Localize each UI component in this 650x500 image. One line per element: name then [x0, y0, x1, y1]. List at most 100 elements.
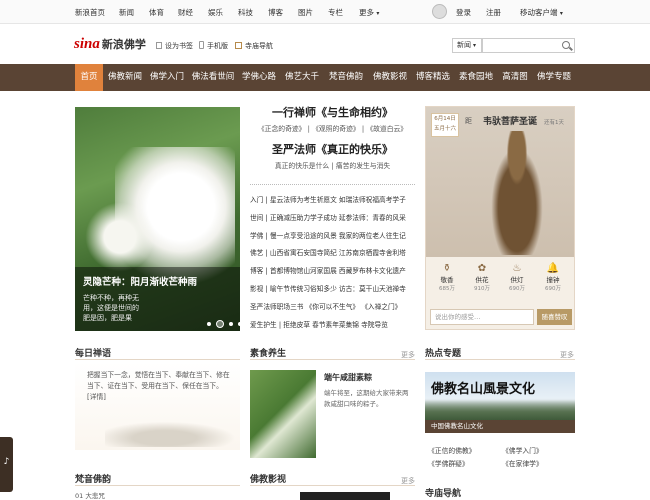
site-logo[interactable]: sina 新浪佛学 [74, 36, 146, 53]
veg-image[interactable] [250, 370, 316, 458]
divider [75, 359, 240, 360]
nav-item-topic[interactable]: 佛学专题 [534, 64, 574, 91]
headline-sub-link[interactable]: 《故道白云》 [366, 125, 407, 133]
topbar-link-tech[interactable]: 科技 [238, 7, 253, 18]
wish-input[interactable]: 说出你的感受… [430, 309, 534, 325]
headline-1[interactable]: 一行禅师《与生命相约》 [250, 104, 415, 120]
main-nav: 首页 佛教新闻 佛学入门 佛法看世间 学佛心路 佛艺大千 梵音佛韵 佛教影视 博… [0, 64, 650, 91]
nav-item-news[interactable]: 佛教新闻 [105, 64, 145, 91]
temple-nav-link[interactable]: 寺庙导航 [235, 41, 273, 51]
headline-sub-link[interactable]: 《观照的奇迹》 [312, 125, 360, 133]
ring-bell-button[interactable]: 🔔 撞钟 690万 [536, 263, 570, 292]
nav-item-art[interactable]: 佛艺大千 [282, 64, 322, 91]
flower-icon: ✿ [477, 263, 487, 274]
daily-zen-text[interactable]: 把握当下一念，觉悟在当下、奉献在当下、修在当下、证在当下、受用在当下、保任在当下… [87, 370, 232, 403]
mountain-image [425, 400, 575, 420]
sina-logo-mark: sina [74, 36, 100, 52]
wish-submit-button[interactable]: 随喜赞叹 [537, 309, 572, 325]
deity-title[interactable]: 韦驮菩萨圣诞 [483, 114, 537, 127]
divider [250, 184, 415, 185]
bookmark-icon [156, 42, 162, 49]
topbar-link-ent[interactable]: 娱乐 [208, 7, 223, 18]
nav-item-path[interactable]: 学佛心路 [240, 64, 278, 91]
news-item[interactable]: 爱生护生 | 拒绝皮草 春节素年菜集锦 寺院导览 [250, 319, 420, 337]
slide-dot[interactable] [207, 322, 211, 326]
news-item[interactable]: 入门 | 星云法师为考生祈愿文 如瑞法师祝福高考学子 [250, 194, 420, 212]
mobile-client-link[interactable]: 移动客户端 ▾ [520, 7, 563, 18]
date-solar: 6月14日 [434, 116, 456, 122]
nav-item-home[interactable]: 首页 [75, 64, 103, 91]
chevron-down-icon: ▾ [376, 10, 380, 17]
nav-item-hd[interactable]: 高清图 [499, 64, 531, 91]
slide-dots [207, 320, 240, 328]
slide-title[interactable]: 灵隐芒种：阳月渐收芒种雨 [83, 274, 238, 288]
news-item[interactable]: 影视 | 喻午节传统习俗知多少 访古：莫干山天池禅寺 [250, 283, 420, 301]
top-bar: 新浪首页 新闻 体育 财经 娱乐 科技 博客 图片 专栏 更多 ▾ 登录 注册 … [0, 0, 650, 24]
veg-desc: 端午将至，这期给大家带来两款咸甜口味的粽子。 [324, 389, 409, 408]
topbar-link-home[interactable]: 新浪首页 [75, 7, 105, 18]
daily-zen-title: 每日禅语 [75, 349, 112, 359]
nav-item-blog[interactable]: 博客精选 [413, 64, 453, 91]
nav-item-world[interactable]: 佛法看世间 [190, 64, 236, 91]
avatar[interactable] [432, 4, 447, 19]
news-item[interactable]: 世间 | 正确减压助力学子成功 延参法师：青春的风采 [250, 212, 420, 230]
news-item[interactable]: 圣严法师职场三书 《你可以不生气》 《入禅之门》 [250, 301, 420, 319]
news-item[interactable]: 学佛 | 慢一点享受沿途的风景 我家的两位老人往生记 [250, 230, 420, 248]
headline-sub-link[interactable]: 《正念的奇迹》 [258, 125, 306, 133]
bell-icon: 🔔 [546, 263, 560, 274]
topbar-link-finance[interactable]: 财经 [178, 7, 193, 18]
topic-link[interactable]: 《学佛群疑》 [428, 458, 469, 468]
slideshow[interactable]: 灵隐芒种：阳月渐收芒种雨 芒种不种，再种无用，这便是世间的肥是因，肥是果 [75, 107, 240, 331]
header: sina 新浪佛学 设为书签 手机版 寺庙导航 新闻 ▾ [0, 24, 650, 64]
countdown-note: 还有1天 [544, 120, 564, 126]
veg-dish-title[interactable]: 端午咸甜素粽 [324, 372, 372, 383]
topbar-link-photo[interactable]: 图片 [298, 7, 313, 18]
topic-link[interactable]: 《佛学入门》 [502, 445, 543, 455]
chevron-down-icon: ▾ [559, 10, 563, 17]
topbar-link-blog[interactable]: 博客 [268, 7, 283, 18]
date-badge: 6月14日 五月十六 [431, 113, 459, 137]
topbar-link-more[interactable]: 更多 ▾ [359, 7, 379, 18]
film-title: 佛教影视 [250, 475, 287, 485]
headline-2[interactable]: 圣严法师《真正的快乐》 [250, 141, 415, 157]
statue-image [484, 131, 550, 255]
topic-link[interactable]: 《正信的佛教》 [428, 445, 476, 455]
nav-item-intro[interactable]: 佛学入门 [148, 64, 186, 91]
list-number: 01 [75, 492, 84, 500]
news-item[interactable]: 博客 | 首都博物馆山河家国展 西藏罗布林卡文化遗产 [250, 265, 420, 283]
login-link[interactable]: 登录 [456, 7, 471, 18]
slide-dot[interactable] [238, 322, 240, 326]
news-item[interactable]: 佛艺 | 山西省寓石安国寺简纪 江苏南京栖霞寺舍利塔 [250, 247, 420, 265]
register-link[interactable]: 注册 [486, 7, 501, 18]
music-note-icon: ♪ [3, 457, 10, 467]
nav-item-film[interactable]: 佛教影视 [370, 64, 410, 91]
slide-dot-active[interactable] [216, 320, 224, 328]
film-thumb[interactable] [300, 492, 390, 500]
music-row[interactable]: 01 大悲咒 [75, 490, 240, 500]
mobile-version-link[interactable]: 手机版 [199, 41, 228, 51]
topic-title: 热点专题 [425, 349, 462, 359]
topbar-link-column[interactable]: 专栏 [328, 7, 343, 18]
topic-banner[interactable]: 佛教名山風景文化 [425, 372, 575, 420]
topbar-link-sports[interactable]: 体育 [149, 7, 164, 18]
headline-2-sub[interactable]: 真正的快乐是什么 | 痛苦的发生与消失 [250, 160, 415, 170]
bookmark-link[interactable]: 设为书签 [156, 41, 193, 51]
separator: | [307, 125, 310, 133]
topbar-link-news[interactable]: 新闻 [119, 7, 134, 18]
topic-link[interactable]: 《在家律学》 [502, 458, 543, 468]
date-lunar: 五月十六 [433, 126, 456, 132]
deity-panel: 6月14日 五月十六 距 韦驮菩萨圣诞 还有1天 ⚱ 敬香 685万 ✿ 供花 … [425, 106, 575, 330]
offer-flower-button[interactable]: ✿ 供花 910万 [465, 263, 499, 292]
offer-lamp-button[interactable]: ♨ 供灯 690万 [500, 263, 534, 292]
nav-item-music[interactable]: 梵音佛韵 [326, 64, 366, 91]
temple-icon [235, 42, 242, 49]
topic-banner-text: 佛教名山風景文化 [431, 382, 536, 397]
chevron-down-icon: ▾ [473, 42, 477, 49]
offer-incense-button[interactable]: ⚱ 敬香 685万 [430, 263, 464, 292]
search-category-select[interactable]: 新闻 ▾ [452, 38, 482, 53]
music-player-tab[interactable]: ♪ [0, 437, 13, 492]
daily-zen-card: 把握当下一念，觉悟在当下、奉献在当下、修在当下、证在当下、受用在当下、保任在当下… [75, 362, 240, 450]
slide-dot[interactable] [229, 322, 233, 326]
logo-text: 新浪佛学 [101, 38, 146, 51]
nav-item-veg[interactable]: 素食园地 [456, 64, 496, 91]
